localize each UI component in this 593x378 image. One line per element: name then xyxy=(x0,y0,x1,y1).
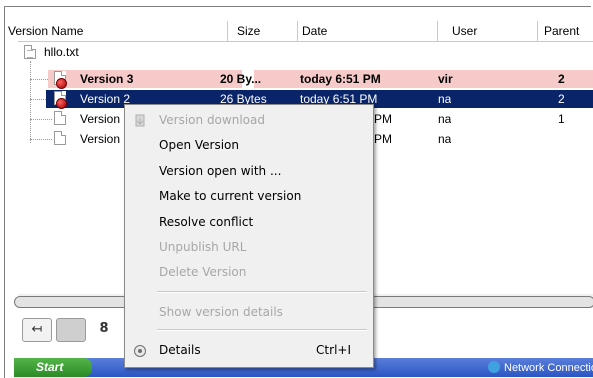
menu-item-open-version[interactable]: Open Version xyxy=(125,134,373,156)
version-date: PM xyxy=(374,132,392,146)
version-size: 20 By... xyxy=(220,72,262,86)
version-parent: 2 xyxy=(558,72,565,86)
network-icon xyxy=(488,361,500,373)
column-header-size[interactable]: Size xyxy=(233,21,298,41)
start-button[interactable]: Start xyxy=(14,358,92,377)
taskbar-network-item[interactable]: Network Connectio xyxy=(488,360,593,377)
conflict-dot-icon xyxy=(56,78,67,89)
menu-item-delete-version[interactable]: Delete Version xyxy=(125,261,373,283)
folder-icon[interactable] xyxy=(56,318,86,342)
column-header-version-name[interactable]: Version Name xyxy=(4,21,228,41)
file-icon xyxy=(54,131,66,145)
version-name: Version 2 xyxy=(80,92,131,106)
version-user: na xyxy=(438,112,452,126)
version-user: vir xyxy=(438,72,453,86)
version-name: Version xyxy=(80,132,121,146)
menu-item-show-version-details[interactable]: Show version details xyxy=(125,301,373,323)
version-user: na xyxy=(438,132,452,146)
details-shortcut: Ctrl+I xyxy=(316,343,351,357)
back-icon[interactable]: ↤ xyxy=(22,318,52,342)
menu-item-version-download[interactable]: Version download xyxy=(125,109,373,131)
file-row[interactable]: hllo.txt xyxy=(18,42,593,62)
menu-item-unpublish-url[interactable]: Unpublish URL xyxy=(125,236,373,258)
version-parent: 2 xyxy=(558,92,565,106)
menu-separator xyxy=(157,291,367,293)
file-icon xyxy=(24,45,36,59)
column-header-user[interactable]: User xyxy=(448,21,538,41)
menu-separator xyxy=(157,329,367,331)
version-parent: 1 xyxy=(558,112,565,126)
context-menu: Version download Open Version Version op… xyxy=(124,104,374,368)
menu-item-version-open-with[interactable]: Version open with ... xyxy=(125,160,373,182)
file-icon xyxy=(54,111,66,125)
column-header-date[interactable]: Date xyxy=(298,21,438,41)
version-date: PM xyxy=(374,112,392,126)
column-header-row: Version Name Size Date User Parent xyxy=(8,21,593,42)
menu-item-make-current-version[interactable]: Make to current version xyxy=(125,185,373,207)
download-icon xyxy=(133,113,147,127)
conflict-dot-icon xyxy=(56,98,67,109)
version-user: na xyxy=(438,92,452,106)
user-icon[interactable]: 8 xyxy=(90,318,118,340)
taskbar-network-label: Network Connectio xyxy=(504,362,593,374)
menu-item-resolve-conflict[interactable]: Resolve conflict xyxy=(125,211,373,233)
file-name: hllo.txt xyxy=(44,45,79,59)
version-name: Version xyxy=(80,112,121,126)
version-row[interactable]: Version 3 20 By... today 6:51 PM vir 2 xyxy=(18,69,593,89)
column-header-parent[interactable]: Parent xyxy=(540,21,593,41)
menu-item-details[interactable]: Details Ctrl+I xyxy=(125,339,373,361)
version-name: Version 3 xyxy=(80,72,134,86)
version-date: today 6:51 PM xyxy=(300,72,381,86)
details-icon xyxy=(133,343,147,357)
